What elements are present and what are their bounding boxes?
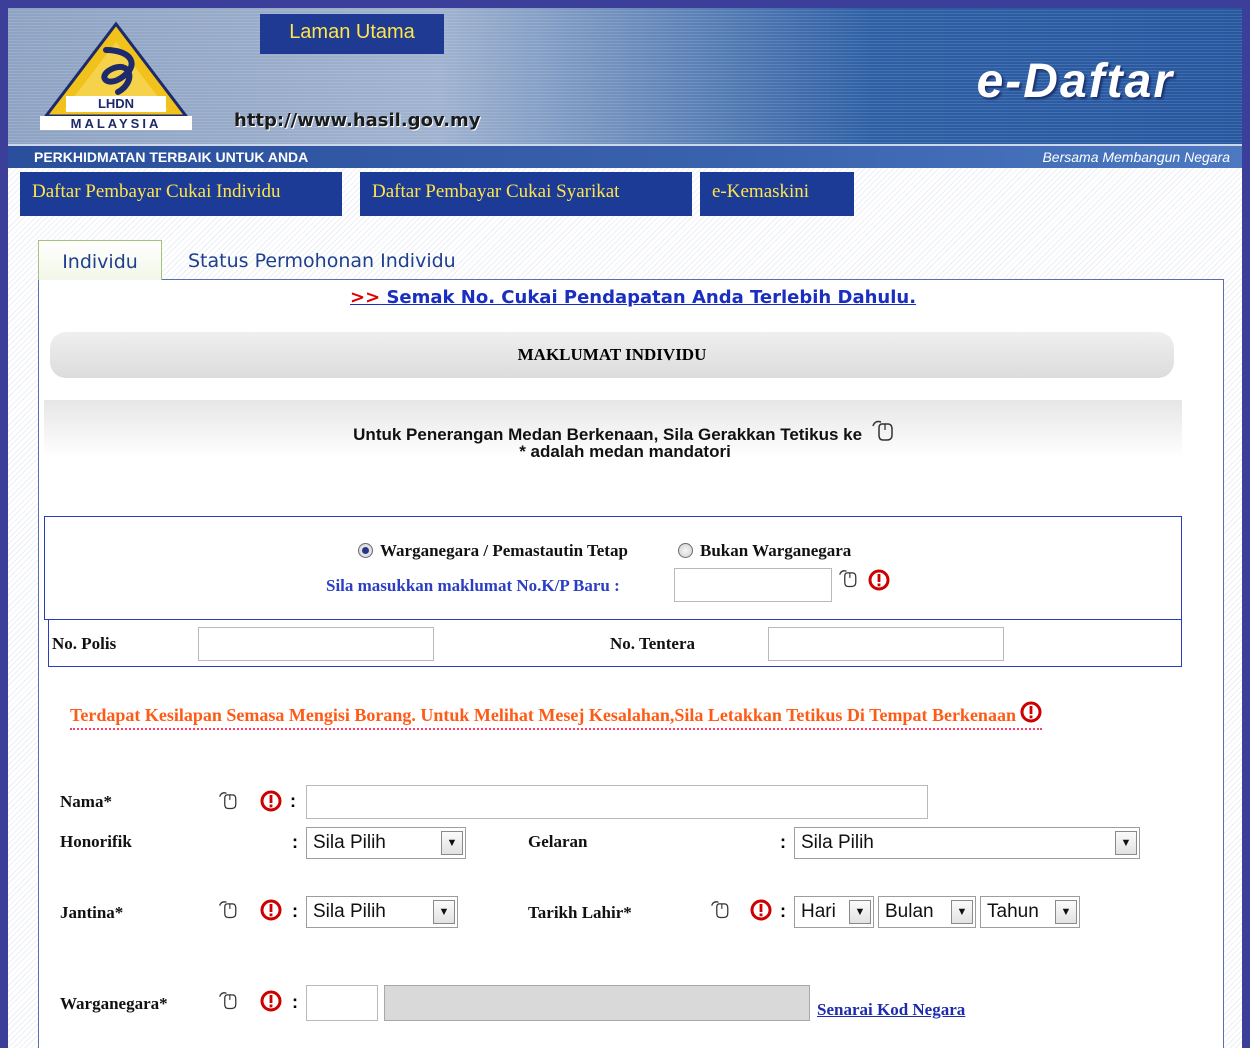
nama-label: Nama* xyxy=(60,792,112,811)
dropdown-arrow-icon: ▼ xyxy=(1115,831,1137,855)
kod-negara-input[interactable] xyxy=(306,985,378,1021)
dropdown-arrow-icon: ▼ xyxy=(849,900,871,924)
jantina-label: Jantina* xyxy=(60,903,124,922)
mouse-pointer-icon xyxy=(839,570,857,588)
tagline-left: PERKHIDMATAN TERBAIK UNTUK ANDA xyxy=(34,149,309,165)
radio-warganegara-label: Warganegara / Pemastautin Tetap xyxy=(380,541,628,560)
tahun-select[interactable]: Tahun ▼ xyxy=(980,896,1080,928)
warning-icon[interactable] xyxy=(750,899,772,921)
tab-individu[interactable]: Individu xyxy=(38,240,162,280)
site-url[interactable]: http://www.hasil.gov.my xyxy=(234,110,481,131)
info-line2: * adalah medan mandatori xyxy=(519,442,731,461)
tentera-label: No. Tentera xyxy=(610,634,695,653)
colon: : xyxy=(780,901,786,921)
honorifik-select[interactable]: Sila Pilih ▼ xyxy=(306,827,466,859)
warning-icon[interactable] xyxy=(260,899,282,921)
kp-input[interactable] xyxy=(674,568,832,602)
logo-lhdn-text: LHDN xyxy=(98,96,134,111)
hari-value: Hari xyxy=(801,901,836,922)
gelaran-label: Gelaran xyxy=(528,832,588,851)
radio-bukan-warganegara-label: Bukan Warganegara xyxy=(700,541,852,560)
warganegara-label: Warganegara* xyxy=(60,994,168,1013)
logo-malaysia-text: MALAYSIA xyxy=(71,116,162,131)
colon: : xyxy=(292,901,298,921)
colon: : xyxy=(292,832,298,852)
warning-icon[interactable] xyxy=(868,569,890,591)
warning-icon[interactable] xyxy=(260,990,282,1012)
header-banner: LHDN MALAYSIA Laman Utama http://www.has… xyxy=(8,8,1242,146)
polis-input[interactable] xyxy=(198,627,434,661)
honorifik-label: Honorifik xyxy=(60,832,132,851)
mouse-pointer-icon xyxy=(872,420,893,441)
lhdn-logo-icon: LHDN MALAYSIA xyxy=(40,21,192,131)
mouse-pointer-icon xyxy=(711,901,729,919)
page-frame: LHDN MALAYSIA Laman Utama http://www.has… xyxy=(8,8,1242,1048)
semak-cukai-link[interactable]: >> Semak No. Cukai Pendapatan Anda Terle… xyxy=(350,287,916,308)
tentera-input[interactable] xyxy=(768,627,1004,661)
radio-bukan-warganegara[interactable] xyxy=(678,543,693,558)
home-link[interactable]: Laman Utama xyxy=(260,14,444,54)
mouse-pointer-icon xyxy=(219,792,237,810)
colon: : xyxy=(290,791,296,811)
nama-negara-field xyxy=(384,985,810,1021)
citizenship-box xyxy=(44,516,1182,620)
nav-tab-ekemaskini[interactable]: e-Kemaskini xyxy=(700,172,854,216)
semak-prefix: >> xyxy=(350,287,381,308)
warning-icon[interactable] xyxy=(260,790,282,812)
nama-input[interactable] xyxy=(306,785,928,819)
tahun-value: Tahun xyxy=(987,901,1039,922)
dropdown-arrow-icon: ▼ xyxy=(1055,900,1077,924)
jantina-value: Sila Pilih xyxy=(313,901,386,922)
nav-tab-syarikat[interactable]: Daftar Pembayar Cukai Syarikat xyxy=(360,172,692,216)
gelaran-value: Sila Pilih xyxy=(801,832,874,853)
tagline-right: Bersama Membangun Negara xyxy=(1042,149,1230,165)
brand-title: e-Daftar xyxy=(976,55,1174,108)
bulan-select[interactable]: Bulan ▼ xyxy=(878,896,976,928)
dropdown-arrow-icon: ▼ xyxy=(951,900,973,924)
mouse-pointer-icon xyxy=(219,992,237,1010)
honorifik-value: Sila Pilih xyxy=(313,832,386,853)
tagline-bar: PERKHIDMATAN TERBAIK UNTUK ANDA Bersama … xyxy=(8,144,1242,168)
semak-label: Semak No. Cukai Pendapatan Anda Terlebih… xyxy=(386,287,917,308)
hari-select[interactable]: Hari ▼ xyxy=(794,896,874,928)
warning-icon xyxy=(1020,701,1042,723)
senarai-kod-negara-link[interactable]: Senarai Kod Negara xyxy=(817,1000,965,1020)
colon: : xyxy=(292,992,298,1012)
radio-warganegara[interactable] xyxy=(358,543,373,558)
tarikh-lahir-label: Tarikh Lahir* xyxy=(528,903,632,922)
nav-tab-individu[interactable]: Daftar Pembayar Cukai Individu xyxy=(20,172,342,216)
section-title: MAKLUMAT INDIVIDU xyxy=(50,332,1174,378)
gelaran-select[interactable]: Sila Pilih ▼ xyxy=(794,827,1140,859)
dropdown-arrow-icon: ▼ xyxy=(441,831,463,855)
polis-label: No. Polis xyxy=(52,634,117,653)
info-line1: Untuk Penerangan Medan Berkenaan, Sila G… xyxy=(8,418,1242,445)
error-message: Terdapat Kesilapan Semasa Mengisi Borang… xyxy=(70,701,1043,730)
tab-status-permohonan[interactable]: Status Permohonan Individu xyxy=(188,250,456,272)
mouse-pointer-icon xyxy=(219,901,237,919)
error-message-text: Terdapat Kesilapan Semasa Mengisi Borang… xyxy=(70,705,1016,725)
dropdown-arrow-icon: ▼ xyxy=(433,900,455,924)
kp-label: Sila masukkan maklumat No.K/P Baru : xyxy=(326,576,620,595)
colon: : xyxy=(780,832,786,852)
jantina-select[interactable]: Sila Pilih ▼ xyxy=(306,896,458,928)
bulan-value: Bulan xyxy=(885,901,934,922)
